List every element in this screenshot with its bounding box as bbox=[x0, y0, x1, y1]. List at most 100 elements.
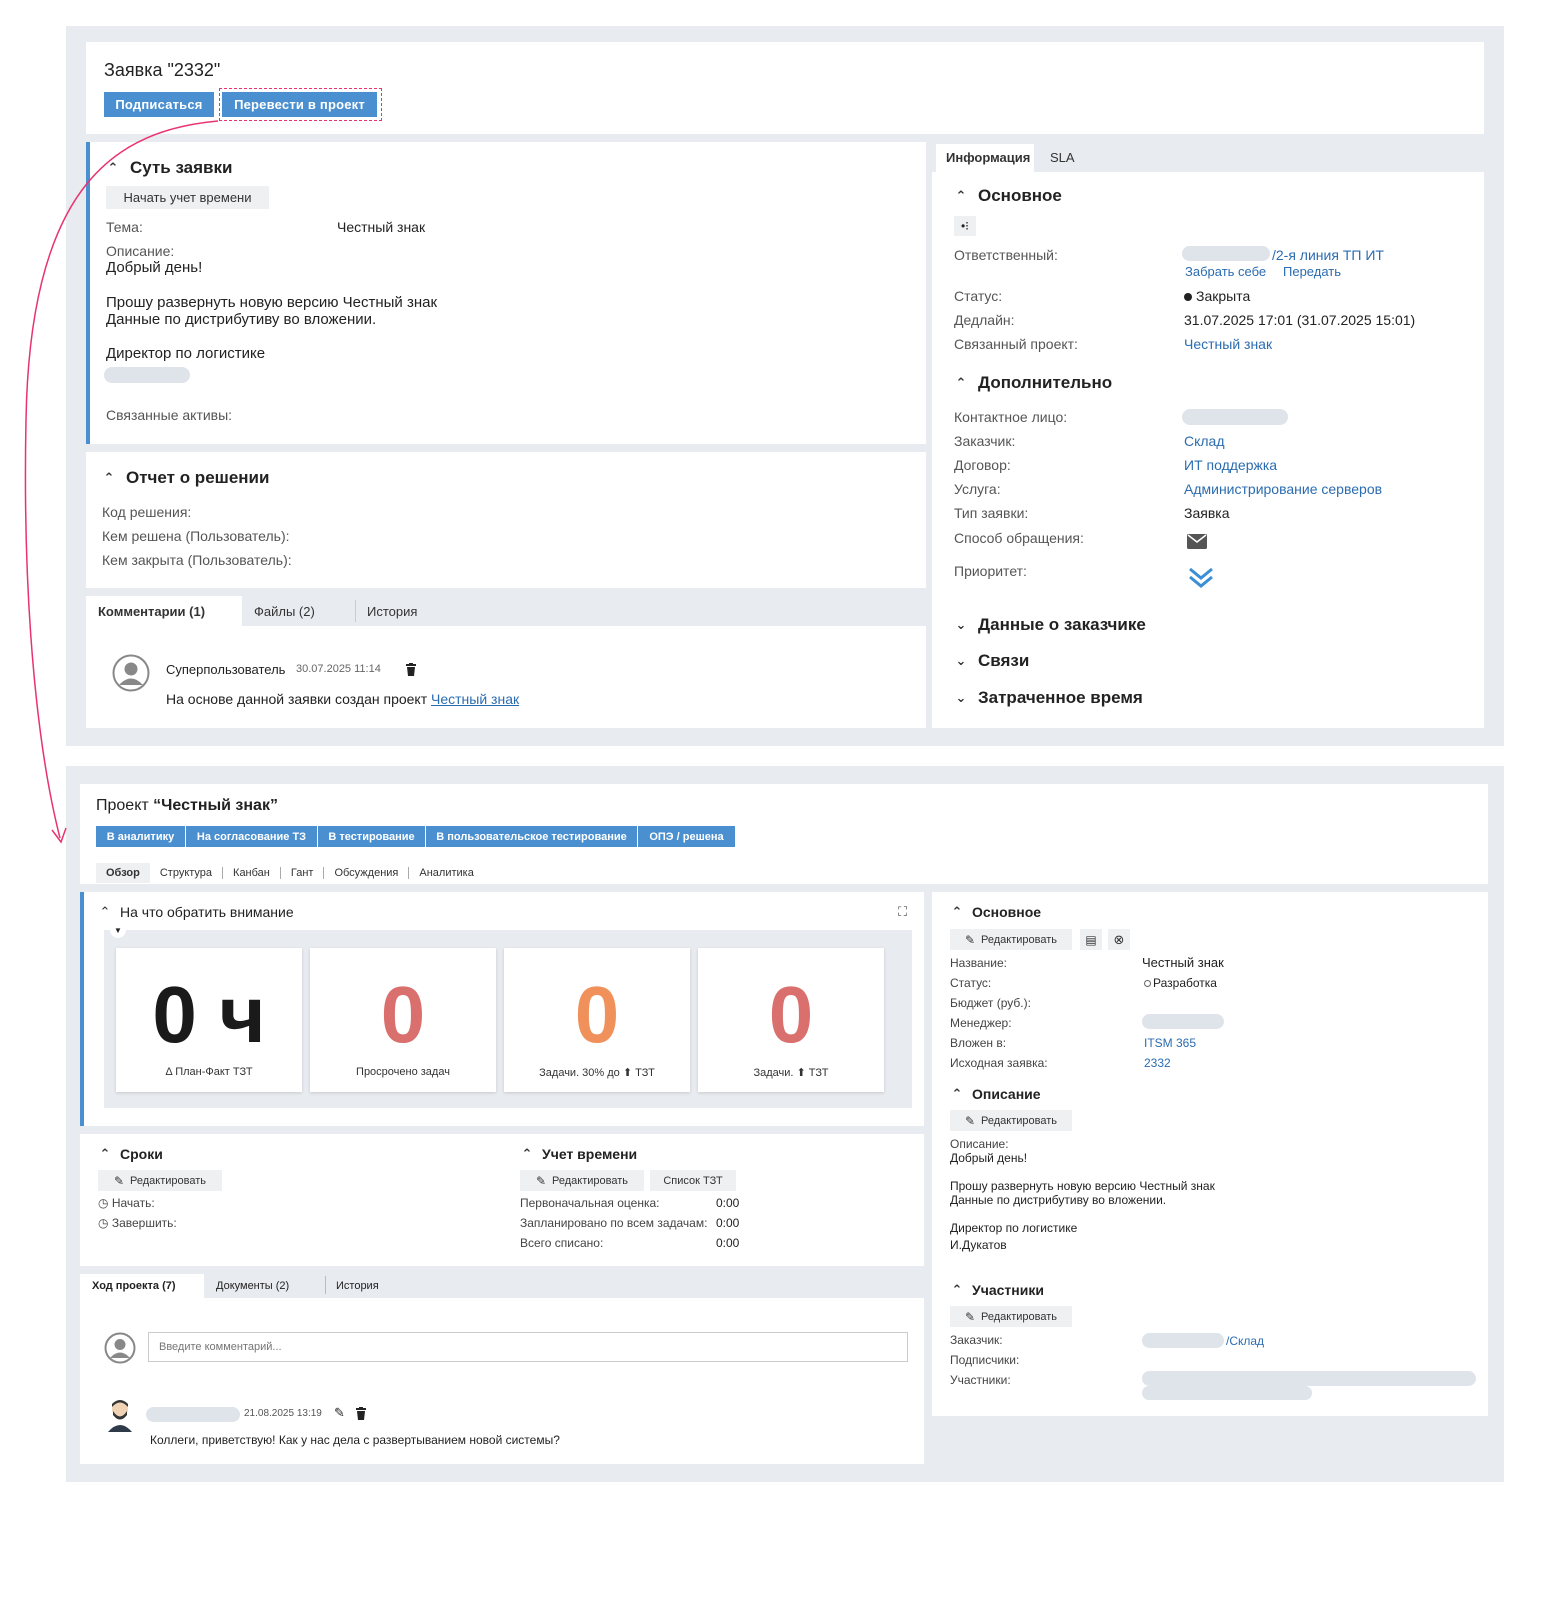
description-line: Данные по дистрибутиву во вложении. bbox=[950, 1193, 1167, 1207]
pencil-icon: ✎ bbox=[964, 1309, 976, 1324]
deadline-value: 31.07.2025 17:01 (31.07.2025 15:01) bbox=[1184, 312, 1416, 328]
deadline-label: Дедлайн: bbox=[954, 312, 1015, 328]
current-user-avatar bbox=[104, 1332, 136, 1364]
status-text: Разработка bbox=[1153, 976, 1217, 990]
status-dot-icon bbox=[1184, 293, 1192, 301]
tab-history[interactable]: История bbox=[336, 1280, 379, 1292]
envelope-icon bbox=[1187, 534, 1207, 554]
responsible-label: Ответственный: bbox=[954, 247, 1058, 263]
take-to-self-link[interactable]: Забрать себе bbox=[1185, 264, 1266, 279]
close-circle-icon[interactable]: ⊗ bbox=[1108, 929, 1130, 950]
clock-icon: ◷ bbox=[98, 1216, 109, 1230]
collapsed-section-time-spent[interactable]: ⌄ Затраченное время bbox=[954, 688, 1143, 708]
terms-edit-button[interactable]: ✎ Редактировать bbox=[98, 1170, 222, 1191]
tab-files[interactable]: Файлы (2) bbox=[254, 604, 315, 619]
source-link[interactable]: 2332 bbox=[1144, 1056, 1171, 1070]
members-section-header[interactable]: ⌃ Участники bbox=[950, 1282, 1044, 1298]
tab-gantt[interactable]: Гант bbox=[281, 867, 325, 879]
status-value: Разработка bbox=[1144, 976, 1217, 990]
pencil-icon: ✎ bbox=[964, 1113, 976, 1128]
terms-title: Сроки bbox=[120, 1146, 163, 1162]
pass-link[interactable]: Передать bbox=[1283, 264, 1341, 279]
tab-sla[interactable]: SLA bbox=[1050, 150, 1075, 165]
priority-label: Приоритет: bbox=[954, 563, 1027, 579]
archive-icon[interactable]: ▤ bbox=[1080, 929, 1102, 950]
comment-input[interactable] bbox=[148, 1332, 908, 1362]
tab-documents[interactable]: Документы (2) bbox=[216, 1280, 289, 1292]
description-edit-button[interactable]: ✎ Редактировать bbox=[950, 1110, 1072, 1131]
attention-section-header[interactable]: ⌃ На что обратить внимание bbox=[98, 904, 294, 920]
collapsed-section-customer-data[interactable]: ⌄ Данные о заказчике bbox=[954, 615, 1146, 635]
time-section-header[interactable]: ⌃ Учет времени bbox=[520, 1146, 638, 1162]
chevron-up-icon: ⌃ bbox=[951, 904, 963, 919]
description-section-header[interactable]: ⌃ Описание bbox=[950, 1086, 1041, 1102]
terms-section-header[interactable]: ⌃ Сроки bbox=[98, 1146, 163, 1162]
planned-label: Запланировано по всем задачам: bbox=[520, 1216, 708, 1230]
project-main-section-header[interactable]: ⌃ Основное bbox=[950, 904, 1042, 920]
main-title: Основное bbox=[978, 186, 1062, 205]
time-edit-button[interactable]: ✎ Редактировать bbox=[520, 1170, 644, 1191]
main-section-header[interactable]: ⌃ Основное bbox=[954, 186, 1062, 206]
collapsed-section-links[interactable]: ⌄ Связи bbox=[954, 651, 1030, 671]
responsible-value[interactable]: /2-я линия ТП ИТ bbox=[1272, 247, 1384, 263]
trash-icon[interactable] bbox=[356, 1407, 366, 1420]
members-edit-button[interactable]: ✎ Редактировать bbox=[950, 1306, 1072, 1327]
customer-link[interactable]: Склад bbox=[1184, 433, 1225, 449]
description-line: И.Дукатов bbox=[950, 1238, 1007, 1252]
status-label: Статус: bbox=[954, 288, 1003, 304]
customer-link[interactable]: /Склад bbox=[1226, 1334, 1264, 1348]
chevron-up-icon: ⌃ bbox=[951, 1282, 963, 1297]
extra-section-header[interactable]: ⌃ Дополнительно bbox=[954, 373, 1113, 393]
stage-button-pilot[interactable]: ОПЭ / решена bbox=[638, 826, 736, 847]
kpi-caption: Δ План-Факт ТЗТ bbox=[165, 1066, 253, 1078]
redacted-members bbox=[1142, 1386, 1312, 1400]
redacted-responsible bbox=[1182, 246, 1270, 261]
project-tabs: Обзор Структура Канбан Гант Обсуждения А… bbox=[96, 862, 484, 884]
pencil-icon: ✎ bbox=[535, 1173, 547, 1188]
collapsed-section-label: Затраченное время bbox=[978, 688, 1143, 707]
tab-discussions[interactable]: Обсуждения bbox=[324, 867, 410, 879]
status-text: Закрыта bbox=[1196, 288, 1251, 304]
tab-analytics[interactable]: Аналитика bbox=[409, 867, 483, 879]
main-edit-button[interactable]: ✎ Редактировать bbox=[950, 929, 1072, 950]
chevron-up-icon: ⌃ bbox=[99, 904, 111, 919]
status-circle-icon bbox=[1144, 980, 1151, 987]
tab-information-label: Информация bbox=[946, 150, 1031, 165]
hierarchy-icon[interactable]: •⁝ bbox=[954, 216, 976, 236]
stage-button-testing[interactable]: В тестирование bbox=[318, 826, 426, 847]
nested-label: Вложен в: bbox=[950, 1036, 1007, 1050]
project-label: Связанный проект: bbox=[954, 336, 1078, 352]
kpi-value: 0 ч bbox=[152, 970, 266, 1059]
main-edit-label: Редактировать bbox=[981, 933, 1058, 946]
expand-icon[interactable]: ⛶ bbox=[898, 904, 907, 920]
tab-overview[interactable]: Обзор bbox=[96, 863, 150, 883]
description-line: Директор по логистике bbox=[950, 1221, 1078, 1235]
service-link[interactable]: Администрирование серверов bbox=[1184, 481, 1382, 497]
connector-arrow bbox=[24, 120, 219, 844]
method-label: Способ обращения: bbox=[954, 530, 1084, 546]
commenter-avatar bbox=[106, 1398, 134, 1432]
stage-button-user-testing[interactable]: В пользовательское тестирование bbox=[426, 826, 638, 847]
terms-edit-label: Редактировать bbox=[130, 1174, 207, 1187]
contract-link[interactable]: ИТ поддержка bbox=[1184, 457, 1277, 473]
nested-link[interactable]: ITSM 365 bbox=[1144, 1036, 1196, 1050]
tab-history[interactable]: История bbox=[367, 604, 417, 619]
type-value: Заявка bbox=[1184, 505, 1230, 521]
chevron-down-icon: ⌄ bbox=[955, 653, 967, 668]
comment-date: 30.07.2025 11:14 bbox=[296, 663, 381, 675]
trash-icon[interactable] bbox=[406, 663, 416, 676]
comment-project-link[interactable]: Честный знак bbox=[431, 691, 519, 707]
time-list-button[interactable]: Список ТЗТ bbox=[650, 1170, 736, 1191]
pencil-icon[interactable]: ✎ bbox=[334, 1405, 345, 1421]
tab-kanban[interactable]: Канбан bbox=[223, 867, 281, 879]
project-link[interactable]: Честный знак bbox=[1184, 336, 1272, 352]
finish-row: ◷ Завершить: bbox=[98, 1216, 177, 1230]
comment-date: 21.08.2025 13:19 bbox=[244, 1408, 322, 1419]
status-label: Статус: bbox=[950, 976, 992, 990]
comment-text: Коллеги, приветствую! Как у нас дела с р… bbox=[150, 1433, 560, 1447]
redacted-manager bbox=[1142, 1014, 1224, 1029]
highlight-frame bbox=[219, 88, 382, 121]
tab-progress-label: Ход проекта (7) bbox=[92, 1280, 176, 1292]
manager-label: Менеджер: bbox=[950, 1016, 1012, 1030]
tab-structure[interactable]: Структура bbox=[150, 867, 224, 879]
